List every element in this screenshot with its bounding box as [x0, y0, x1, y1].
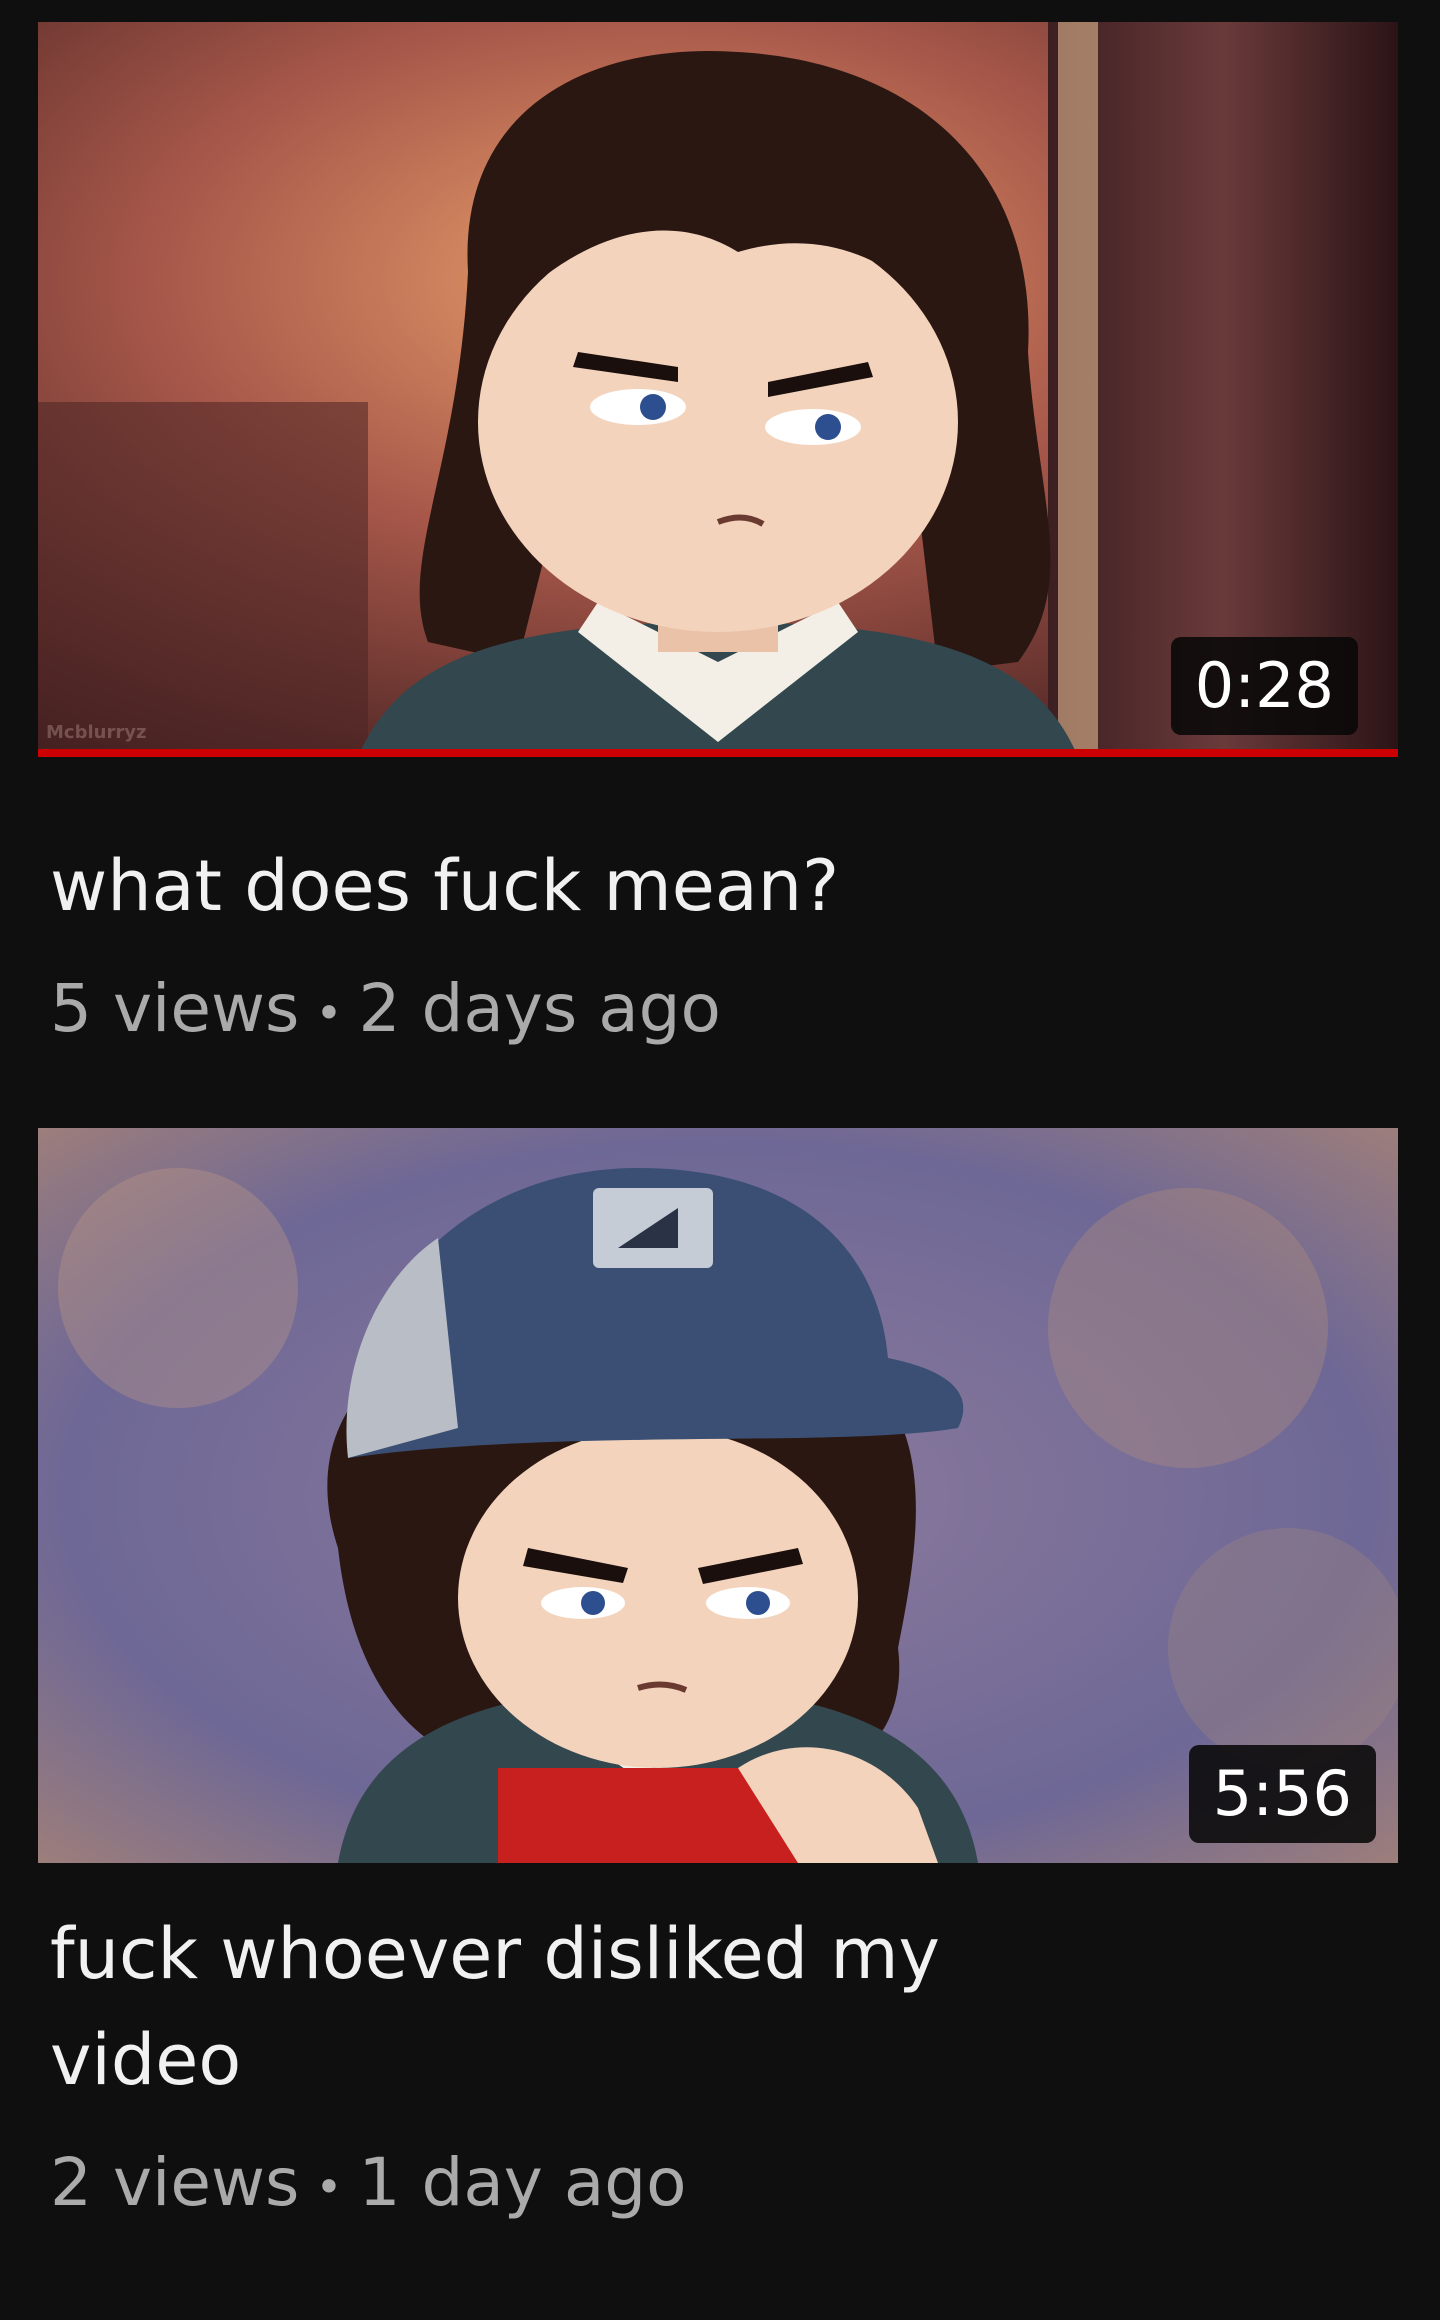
- view-count: 5 views: [50, 970, 300, 1047]
- view-count: 2 views: [50, 2144, 300, 2221]
- video-title[interactable]: fuck whoever disliked my video: [50, 1901, 1110, 2113]
- upload-age: 2 days ago: [358, 970, 721, 1047]
- video-card[interactable]: Mcblurryz 0:28 what does fuck mean? 5 vi…: [0, 22, 1440, 1053]
- upload-age: 1 day ago: [358, 2144, 687, 2221]
- watch-progress-fill: [38, 749, 1398, 757]
- video-meta: fuck whoever disliked my video 2 views • 1…: [0, 1901, 1440, 2227]
- duration-badge: 5:56: [1188, 1745, 1376, 1843]
- thumbnail-watermark: Mcblurryz: [46, 722, 147, 743]
- video-meta: what does fuck mean? 5 views • 2 days ago: [0, 833, 1440, 1053]
- video-thumbnail[interactable]: 5:56: [38, 1128, 1398, 1863]
- video-feed: Mcblurryz 0:28 what does fuck mean? 5 vi…: [0, 0, 1440, 2320]
- video-stats: 5 views • 2 days ago: [50, 969, 1380, 1053]
- video-card[interactable]: 5:56 fuck whoever disliked my video 2 vi…: [0, 1128, 1440, 2227]
- watch-progress-bar: [38, 749, 1398, 757]
- separator-dot: •: [315, 985, 343, 1040]
- video-stats: 2 views • 1 day ago: [50, 2143, 1380, 2227]
- separator-dot: •: [315, 2159, 343, 2214]
- video-thumbnail[interactable]: Mcblurryz 0:28: [38, 22, 1398, 757]
- video-title[interactable]: what does fuck mean?: [50, 833, 1380, 939]
- duration-badge: 0:28: [1170, 637, 1358, 735]
